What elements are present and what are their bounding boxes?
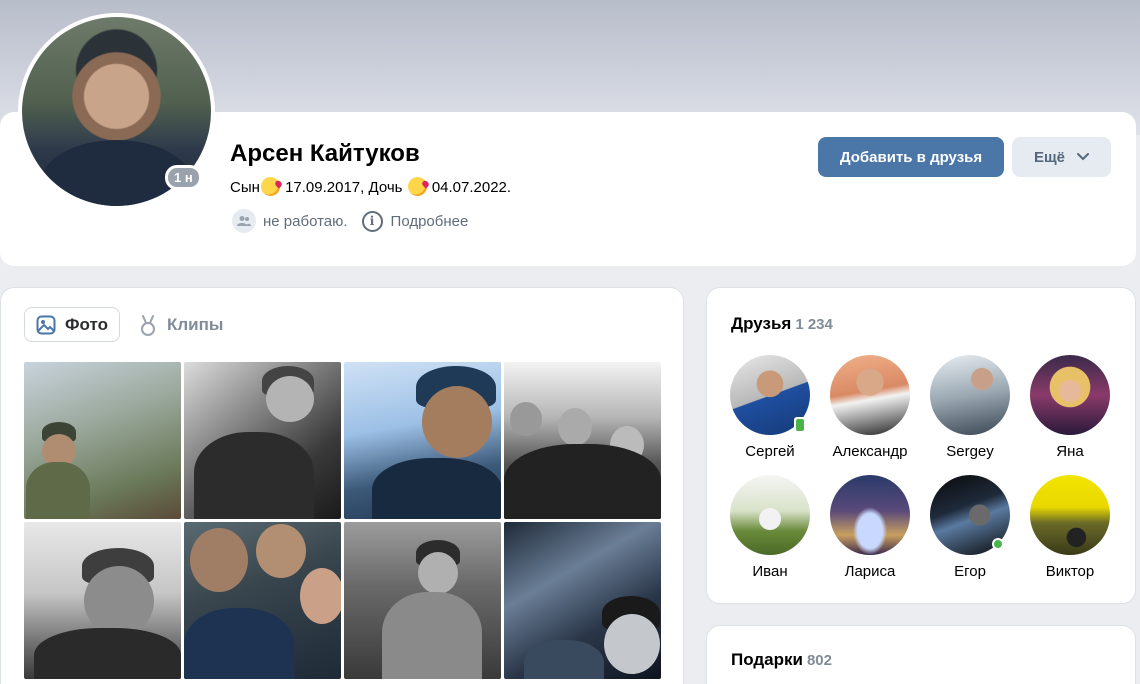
gifts-title[interactable]: Подарки 802: [731, 650, 832, 670]
status-text-1: Сын: [230, 179, 260, 196]
friend-item[interactable]: Сергей: [720, 355, 820, 460]
clips-icon: [141, 314, 155, 336]
info-icon[interactable]: i: [361, 210, 383, 232]
photo-thumbnail[interactable]: [504, 362, 661, 519]
friend-avatar: [830, 475, 910, 555]
friend-name: Виктор: [1045, 563, 1095, 580]
friend-name: Лариса: [844, 563, 896, 580]
last-seen-badge: 1 н: [165, 165, 202, 190]
friend-avatar: [1030, 355, 1110, 435]
tab-photo-label: Фото: [65, 314, 108, 334]
details-link[interactable]: Подробнее: [391, 213, 469, 230]
friends-title[interactable]: Друзья 1 234: [731, 314, 833, 334]
friend-name: Яна: [1056, 443, 1084, 460]
tab-clips[interactable]: Клипы: [127, 307, 234, 342]
friend-name: Sergey: [946, 443, 994, 460]
status-text-2: 17.09.2017, Дочь: [285, 179, 403, 196]
status-text-3: 04.07.2022.: [431, 179, 512, 196]
photo-thumbnail[interactable]: [344, 522, 501, 679]
gifts-count: 802: [806, 652, 832, 669]
friend-avatar: [830, 355, 910, 435]
friend-item[interactable]: Sergey: [920, 355, 1020, 460]
photo-thumbnail[interactable]: [24, 362, 181, 519]
friend-item[interactable]: Лариса: [820, 475, 920, 580]
friends-count: 1 234: [795, 316, 833, 333]
photo-thumbnail[interactable]: [504, 522, 661, 679]
gifts-card: Подарки 802: [706, 625, 1136, 684]
chevron-down-icon: [1077, 153, 1089, 161]
friend-avatar: [930, 475, 1010, 555]
friend-item[interactable]: Иван: [720, 475, 820, 580]
friend-item[interactable]: Яна: [1020, 355, 1120, 460]
friend-avatar: [730, 355, 810, 435]
photos-card: Фото Клипы: [0, 287, 684, 684]
friend-avatar: [1030, 475, 1110, 555]
mobile-online-icon: [794, 417, 806, 433]
friend-name: Егор: [954, 563, 986, 580]
photo-thumbnail[interactable]: [184, 522, 341, 679]
gifts-title-label: Подарки: [731, 650, 803, 669]
friend-item[interactable]: Александр: [820, 355, 920, 460]
photo-thumbnail[interactable]: [344, 362, 501, 519]
online-indicator: [992, 538, 1004, 550]
profile-meta: не работаю. i Подробнее: [232, 209, 468, 233]
work-label: не работаю.: [263, 212, 348, 230]
tab-clips-label: Клипы: [167, 314, 224, 334]
kiss-emoji-icon: [407, 177, 427, 196]
friend-avatar: [930, 355, 1010, 435]
tab-photo[interactable]: Фото: [24, 307, 120, 342]
profile-name: Арсен Кайтуков: [230, 140, 420, 167]
friends-title-label: Друзья: [731, 314, 792, 333]
image-icon: [36, 315, 56, 334]
friend-name: Иван: [752, 563, 788, 580]
add-friend-button[interactable]: Добавить в друзья: [818, 137, 1004, 177]
more-label: Ещё: [1033, 148, 1065, 166]
friend-name: Александр: [832, 443, 908, 460]
friend-item[interactable]: Егор: [920, 475, 1020, 580]
photo-grid: [24, 362, 661, 679]
photo-thumbnail[interactable]: [24, 522, 181, 679]
photo-thumbnail[interactable]: [184, 362, 341, 519]
friend-name: Сергей: [745, 443, 795, 460]
profile-status: Сын 17.09.2017, Дочь 04.07.2022.: [230, 177, 511, 196]
friend-avatar: [730, 475, 810, 555]
last-seen-label: 1 н: [168, 168, 199, 187]
more-button[interactable]: Ещё: [1012, 137, 1111, 177]
kiss-emoji-icon: [260, 177, 280, 196]
friends-card: Друзья 1 234 Сергей Александр Sergey Яна …: [706, 287, 1136, 604]
friend-item[interactable]: Виктор: [1020, 475, 1120, 580]
work-icon: [232, 209, 256, 233]
